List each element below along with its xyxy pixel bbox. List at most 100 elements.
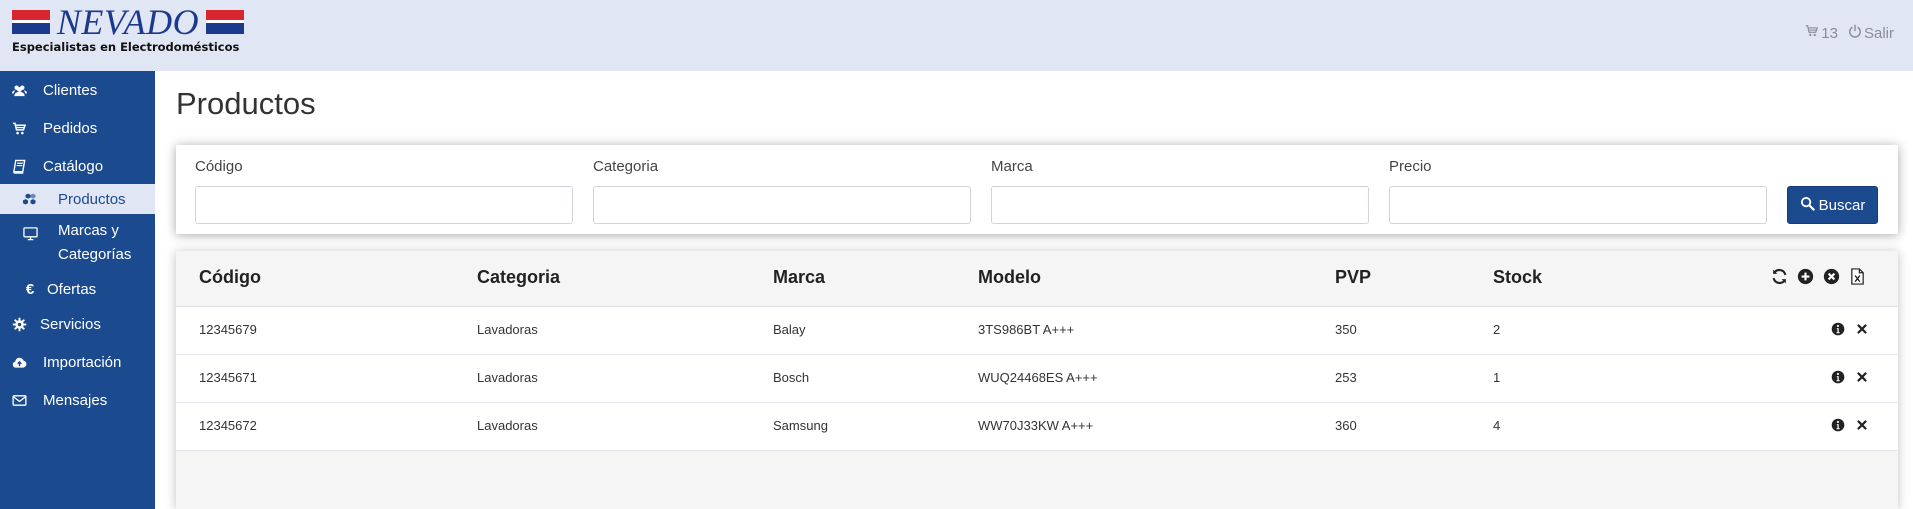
sidebar-item-importacion[interactable]: Importación [0,346,155,378]
column-header-pvp[interactable]: PVP [1335,267,1371,288]
cell-categoria: Lavadoras [477,370,538,385]
filter-marca: Marca [991,158,1369,224]
column-header-modelo[interactable]: Modelo [978,267,1041,288]
nevado-logo[interactable]: NEVADO Especialistas en Electrodoméstico… [12,2,244,58]
cell-marca: Balay [773,322,806,337]
table-row[interactable]: 12345671 Lavadoras Bosch WUQ24468ES A+++… [176,355,1898,403]
delete-icon[interactable] [1854,321,1869,336]
page-title: Productos [176,86,316,121]
sidebar-item-ofertas[interactable]: € Ofertas [0,273,155,305]
cell-pvp: 360 [1335,418,1357,433]
cell-stock: 2 [1493,322,1501,337]
row-actions [1830,417,1869,432]
table-header: Código Categoria Marca Modelo PVP Stock [176,251,1898,307]
flag-left-decoration [12,10,50,34]
logo-name: NEVADO [56,2,200,42]
products-table: Código Categoria Marca Modelo PVP Stock … [176,251,1898,509]
sidebar-item-label: Mensajes [43,391,108,409]
search-button-label: Buscar [1818,196,1866,214]
monitor-icon [22,225,38,241]
precio-input[interactable] [1389,186,1767,224]
euro-icon: € [25,280,35,298]
row-actions [1830,369,1869,384]
cart-link[interactable]: 13 [1805,24,1838,42]
gear-icon [11,316,27,332]
sidebar-item-label: Catálogo [43,157,104,175]
sidebar-item-label: Marcas y Categorías [58,219,131,267]
cell-codigo: 12345679 [199,322,257,337]
table-toolbar [1770,267,1867,286]
row-actions [1830,321,1869,336]
codigo-label: Código [195,158,243,175]
sidebar-item-label: Productos [58,190,126,208]
flag-right-decoration [206,10,244,34]
excel-icon[interactable] [1848,267,1867,286]
filter-precio: Precio [1389,158,1767,224]
delete-icon[interactable] [1854,417,1869,432]
envelope-icon [11,392,27,408]
plus-circle-icon[interactable] [1796,267,1815,286]
cart-icon [11,120,27,136]
categoria-input[interactable] [593,186,971,224]
sidebar-item-pedidos[interactable]: Pedidos [0,112,155,144]
cubes-icon [22,191,38,207]
cell-modelo: 3TS986BT A+++ [978,322,1075,337]
cell-marca: Samsung [773,418,828,433]
top-header: NEVADO Especialistas en Electrodoméstico… [0,0,1913,71]
precio-label: Precio [1389,158,1432,175]
table-row[interactable]: 12345672 Lavadoras Samsung WW70J33KW A++… [176,403,1898,451]
info-icon[interactable] [1830,321,1845,336]
refresh-icon[interactable] [1770,267,1789,286]
sidebar-item-label: Servicios [40,315,101,333]
users-icon [11,82,27,98]
sidebar: Clientes Pedidos Catálogo Productos Marc… [0,71,155,509]
logout-link[interactable]: Salir [1848,24,1894,42]
cart-icon [1805,24,1819,42]
logout-label: Salir [1863,24,1894,42]
cell-pvp: 350 [1335,322,1357,337]
power-icon [1848,24,1862,42]
delete-icon[interactable] [1854,369,1869,384]
label-line-2: Categorías [58,246,132,263]
cell-pvp: 253 [1335,370,1357,385]
header-actions: 13 Salir [1805,24,1894,42]
categoria-label: Categoria [593,158,659,175]
cell-codigo: 12345672 [199,418,257,433]
marca-label: Marca [991,158,1033,175]
sidebar-item-marcas-categorias[interactable]: Marcas y Categorías [0,217,155,269]
search-icon [1800,196,1815,215]
cell-marca: Bosch [773,370,810,385]
book-icon [11,158,27,174]
sidebar-item-mensajes[interactable]: Mensajes [0,384,155,416]
cell-stock: 4 [1493,418,1501,433]
sidebar-item-productos[interactable]: Productos [0,184,155,214]
cell-codigo: 12345671 [199,370,257,385]
table-row[interactable]: 12345679 Lavadoras Balay 3TS986BT A+++ 3… [176,307,1898,355]
filter-codigo: Código [195,158,573,224]
cell-stock: 1 [1493,370,1501,385]
column-header-codigo[interactable]: Código [199,267,261,288]
column-header-marca[interactable]: Marca [773,267,825,288]
logo-tagline: Especialistas en Electrodomésticos [12,40,240,54]
sidebar-item-catalogo[interactable]: Catálogo [0,150,155,182]
sidebar-item-label: Importación [43,353,122,371]
times-circle-icon[interactable] [1822,267,1841,286]
search-button[interactable]: Buscar [1787,186,1878,224]
cloud-upload-icon [11,354,27,370]
column-header-stock[interactable]: Stock [1493,267,1542,288]
sidebar-item-label: Ofertas [47,280,97,298]
cell-modelo: WUQ24468ES A+++ [978,370,1098,385]
sidebar-item-label: Clientes [43,81,98,99]
codigo-input[interactable] [195,186,573,224]
marca-input[interactable] [991,186,1369,224]
cart-count: 13 [1821,24,1838,42]
filter-panel: Código Categoria Marca Precio Buscar [176,145,1898,234]
cell-modelo: WW70J33KW A+++ [978,418,1094,433]
column-header-categoria[interactable]: Categoria [477,267,560,288]
label-line-1: Marcas y [58,222,119,239]
sidebar-item-label: Pedidos [43,119,98,137]
sidebar-item-clientes[interactable]: Clientes [0,74,155,106]
sidebar-item-servicios[interactable]: Servicios [0,308,155,340]
info-icon[interactable] [1830,417,1845,432]
info-icon[interactable] [1830,369,1845,384]
